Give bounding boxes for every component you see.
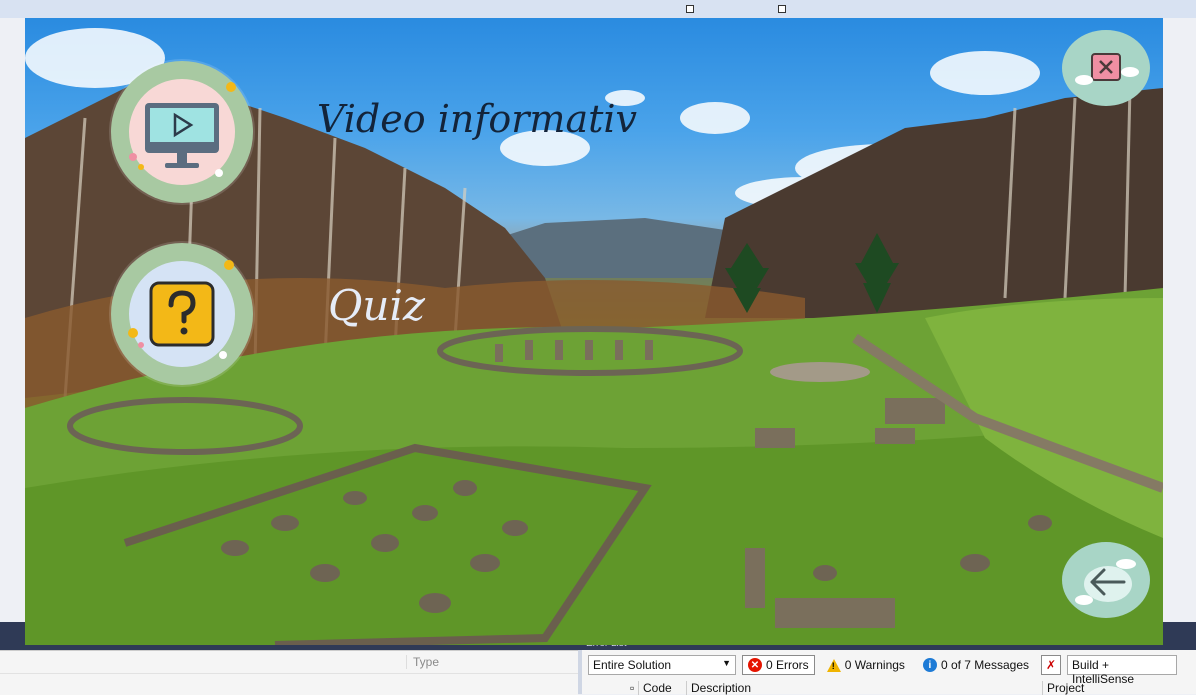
errors-count: 0 Errors <box>766 658 809 672</box>
video-label[interactable]: Video informativ <box>317 97 637 141</box>
menu-item-quiz[interactable]: Quiz <box>111 243 441 385</box>
scope-dropdown[interactable]: Entire Solution ▼ <box>588 655 736 675</box>
warnings-filter-button[interactable]: ! 0 Warnings <box>821 655 911 675</box>
warnings-count: 0 Warnings <box>844 658 905 672</box>
project-column-header[interactable]: Project <box>1042 681 1084 695</box>
menu-item-video[interactable]: Video informativ <box>111 61 641 203</box>
resize-handle[interactable] <box>686 5 694 13</box>
warning-icon: ! <box>826 658 841 672</box>
ide-top-strip <box>0 0 1196 18</box>
output-pane: Type <box>0 650 578 695</box>
clear-filter-icon[interactable]: ✗ <box>1041 655 1061 675</box>
code-column-header[interactable]: Code <box>638 681 672 695</box>
quiz-badge[interactable] <box>111 243 253 385</box>
app-window: Video informativ Quiz <box>25 18 1163 645</box>
info-icon: i <box>922 658 937 672</box>
chevron-down-icon: ▼ <box>722 658 731 668</box>
type-column-header[interactable]: Type <box>406 655 439 669</box>
messages-filter-button[interactable]: i 0 of 7 Messages <box>917 655 1035 675</box>
errors-filter-button[interactable]: ✕ 0 Errors <box>742 655 815 675</box>
video-monitor-icon <box>129 82 236 177</box>
build-filter-dropdown[interactable]: Build + IntelliSense <box>1067 655 1177 686</box>
resize-handle[interactable] <box>778 5 786 13</box>
video-badge[interactable] <box>111 61 253 203</box>
back-arrow-icon <box>1075 559 1136 605</box>
error-list-toolbar: Entire Solution ▼ ✕ 0 Errors ! 0 Warning… <box>588 654 1177 686</box>
error-list-header: ▫ Code Description Project <box>586 680 1196 695</box>
designer-selection-handles <box>686 0 796 18</box>
close-icon <box>1075 53 1139 85</box>
messages-count: 0 of 7 Messages <box>940 658 1029 672</box>
description-column-header[interactable]: Description <box>686 681 751 695</box>
error-icon: ✕ <box>748 658 762 672</box>
scope-dropdown-value: Entire Solution <box>593 658 672 672</box>
close-button[interactable] <box>1062 30 1150 106</box>
question-mark-icon <box>128 260 234 359</box>
table-row <box>0 673 578 674</box>
quiz-label[interactable]: Quiz <box>328 281 425 330</box>
sort-icon: ▫ <box>630 681 635 695</box>
back-button[interactable] <box>1062 542 1150 618</box>
